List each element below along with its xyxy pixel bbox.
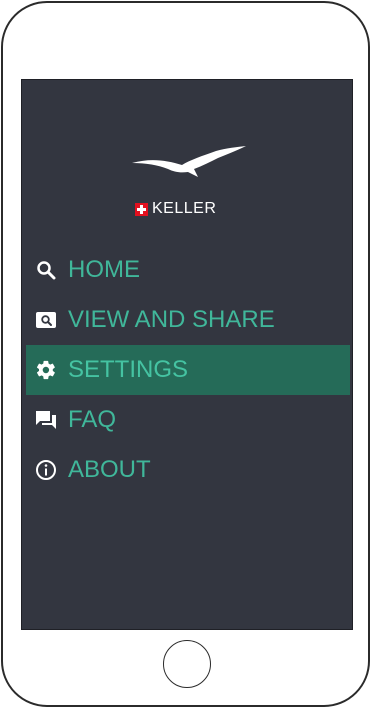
menu-item-label: ABOUT: [68, 456, 151, 483]
home-button[interactable]: [163, 640, 211, 688]
menu-item-label: FAQ: [68, 406, 117, 433]
brand-name: KELLER: [152, 200, 217, 217]
brand: KELLER: [135, 200, 216, 218]
bird-logo-icon: [132, 146, 246, 177]
chat-icon: [35, 409, 57, 431]
menu-item-view-and-share[interactable]: VIEW AND SHARE: [26, 295, 350, 345]
view-icon: [35, 309, 57, 331]
gear-icon: [35, 359, 57, 381]
menu-item-label: SETTINGS: [68, 356, 189, 383]
menu-item-faq[interactable]: FAQ: [26, 395, 350, 445]
menu-item-label: VIEW AND SHARE: [68, 306, 275, 333]
swiss-flag-icon: [135, 202, 148, 216]
info-icon: [35, 459, 57, 481]
menu-item-label: HOME: [68, 256, 140, 283]
app-screen: KELLER HOME VIEW AND SHARE SETTINGS FAQ …: [21, 79, 353, 630]
menu-item-home[interactable]: HOME: [26, 245, 350, 295]
menu-item-about[interactable]: ABOUT: [26, 445, 350, 495]
search-icon: [35, 259, 57, 281]
menu-item-settings[interactable]: SETTINGS: [26, 345, 350, 395]
